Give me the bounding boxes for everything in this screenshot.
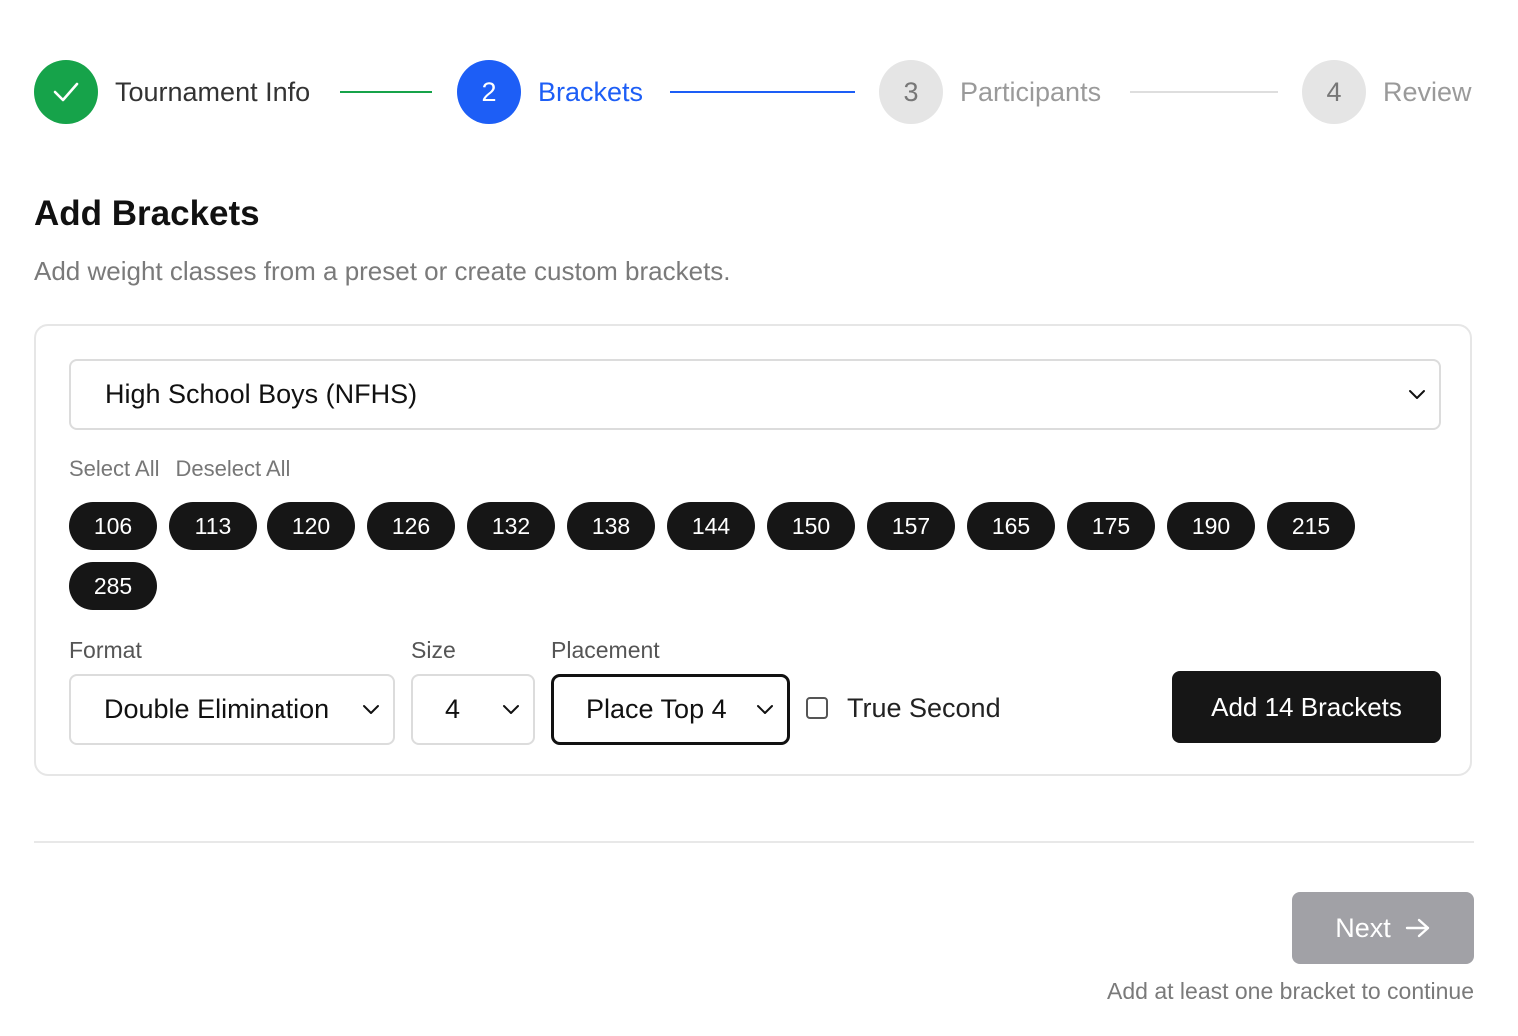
step-label: Tournament Info — [115, 76, 311, 107]
weight-chip[interactable]: 215 — [1267, 502, 1355, 550]
step-number: 3 — [879, 60, 943, 124]
check-icon — [53, 82, 79, 102]
preset-select[interactable]: High School Boys (NFHS) — [69, 359, 1441, 430]
size-label: Size — [411, 637, 456, 663]
step-complete-circle — [34, 60, 98, 124]
step-connector — [1130, 91, 1278, 93]
weight-chip[interactable]: 175 — [1067, 502, 1155, 550]
weight-chip[interactable]: 285 — [69, 562, 157, 610]
chevron-down-icon — [757, 704, 773, 714]
step-number: 2 — [457, 60, 521, 124]
step-label: Brackets — [538, 76, 644, 107]
step-number: 4 — [1302, 60, 1366, 124]
select-all-link[interactable]: Select All — [69, 456, 160, 482]
chevron-down-icon — [503, 704, 519, 714]
step-connector — [340, 91, 432, 93]
weight-chip[interactable]: 150 — [767, 502, 855, 550]
stepper: Tournament Info 2 Brackets 3 Participant… — [34, 60, 1474, 124]
step-label: Review — [1383, 76, 1472, 107]
true-second-checkbox[interactable] — [806, 697, 828, 719]
page-title: Add Brackets — [34, 194, 260, 233]
next-button-label: Next — [1335, 912, 1391, 943]
placement-select[interactable]: Place Top 4 — [551, 674, 790, 745]
deselect-all-link[interactable]: Deselect All — [176, 456, 291, 482]
step-brackets[interactable]: 2 Brackets — [457, 60, 643, 124]
selection-links: Select All Deselect All — [69, 456, 290, 482]
step-review[interactable]: 4 Review — [1302, 60, 1472, 124]
weight-chip[interactable]: 106 — [69, 502, 157, 550]
preset-select-value: High School Boys (NFHS) — [105, 379, 418, 409]
weight-chip[interactable]: 190 — [1167, 502, 1255, 550]
true-second-option[interactable]: True Second — [806, 688, 1001, 728]
weight-chip[interactable]: 132 — [467, 502, 555, 550]
chevron-down-icon — [1409, 389, 1425, 399]
weight-chip[interactable]: 144 — [667, 502, 755, 550]
placement-label: Placement — [551, 637, 660, 663]
next-button[interactable]: Next — [1292, 892, 1474, 964]
weight-chip[interactable]: 113 — [169, 502, 257, 550]
footer-divider — [34, 841, 1474, 843]
format-select[interactable]: Double Elimination — [69, 674, 395, 745]
chevron-down-icon — [363, 704, 379, 714]
true-second-label[interactable]: True Second — [847, 693, 1001, 724]
weight-chip[interactable]: 126 — [367, 502, 455, 550]
bracket-card: High School Boys (NFHS) Select All Desel… — [34, 324, 1472, 776]
add-brackets-button[interactable]: Add 14 Brackets — [1172, 671, 1441, 743]
weight-chip[interactable]: 157 — [867, 502, 955, 550]
placement-select-value: Place Top 4 — [586, 694, 727, 724]
step-label: Participants — [960, 76, 1102, 107]
page-subtitle: Add weight classes from a preset or crea… — [34, 256, 731, 286]
next-hint: Add at least one bracket to continue — [1107, 978, 1474, 1004]
weight-chip[interactable]: 138 — [567, 502, 655, 550]
size-select-value: 4 — [445, 694, 461, 724]
step-tournament-info[interactable]: Tournament Info — [34, 60, 310, 124]
step-connector — [670, 91, 855, 93]
format-select-value: Double Elimination — [104, 694, 330, 724]
arrow-right-icon — [1405, 918, 1429, 938]
size-select[interactable]: 4 — [411, 674, 535, 745]
weight-chip[interactable]: 165 — [967, 502, 1055, 550]
format-label: Format — [69, 637, 142, 663]
weight-chip[interactable]: 120 — [267, 502, 355, 550]
step-participants[interactable]: 3 Participants — [879, 60, 1101, 124]
